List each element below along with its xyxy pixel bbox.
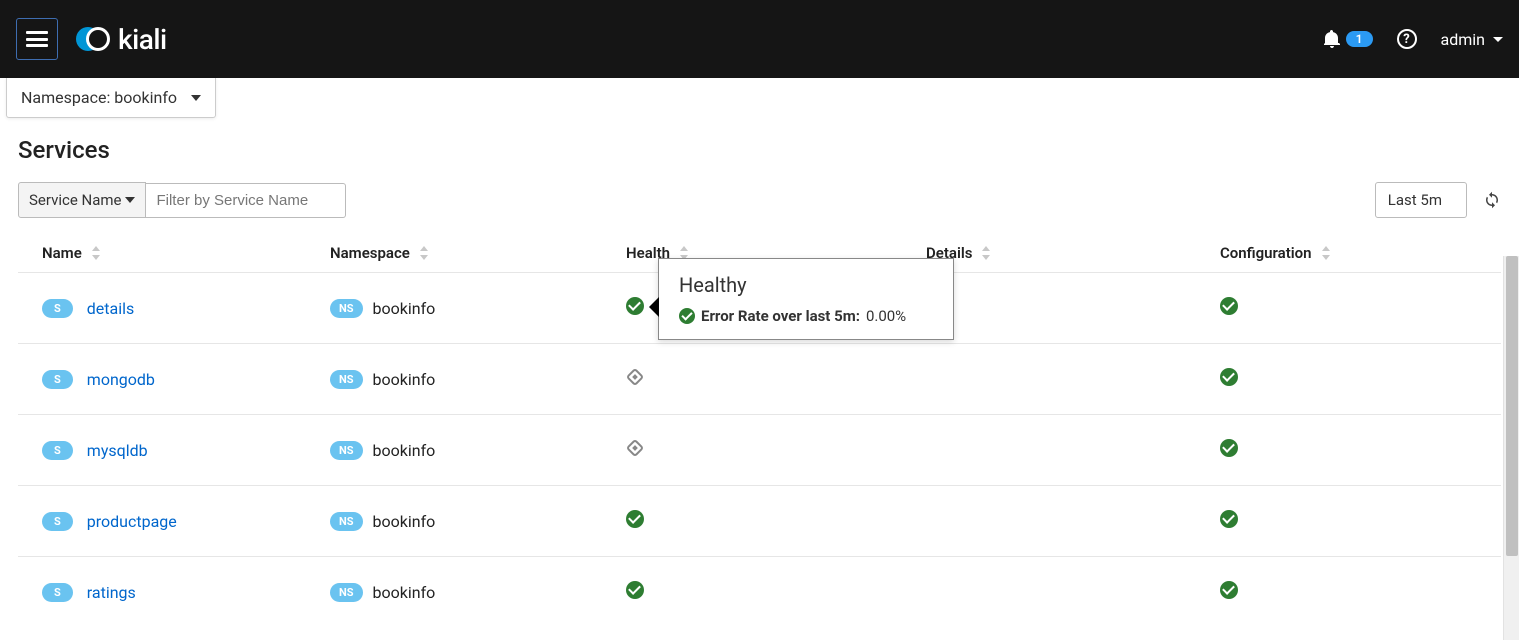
check-circle-icon	[1220, 581, 1238, 599]
namespace-badge: NS	[330, 512, 363, 531]
namespace-text: bookinfo	[373, 441, 436, 460]
table-row: Sratings NS bookinfo	[18, 557, 1501, 628]
brand[interactable]: kiali	[76, 21, 167, 57]
service-badge: S	[42, 583, 73, 602]
filter-toolbar: Service Name Last 5m	[18, 182, 1501, 218]
namespace-badge: NS	[330, 441, 363, 460]
check-circle-icon	[626, 297, 644, 315]
user-menu[interactable]: admin	[1441, 30, 1503, 49]
service-link[interactable]: mysqldb	[87, 441, 148, 460]
column-header-namespace[interactable]: Namespace	[330, 244, 626, 262]
service-badge: S	[42, 370, 73, 389]
column-header-details[interactable]: Details	[926, 244, 1220, 262]
namespace-text: bookinfo	[373, 583, 436, 602]
sort-icon	[982, 246, 990, 260]
service-link[interactable]: details	[87, 299, 134, 318]
refresh-button[interactable]	[1483, 191, 1501, 209]
table-row: Sproductpage NS bookinfo	[18, 486, 1501, 557]
sort-icon	[420, 246, 428, 260]
time-range-dropdown[interactable]: Last 5m	[1375, 182, 1467, 218]
health-tooltip: Healthy Error Rate over last 5m: 0.00%	[658, 258, 954, 340]
page-title: Services	[18, 136, 1501, 164]
namespace-selector[interactable]: Namespace: bookinfo	[6, 78, 216, 118]
sort-icon	[92, 246, 100, 260]
na-diamond-icon	[626, 368, 644, 386]
namespace-text: bookinfo	[373, 370, 436, 389]
service-link[interactable]: ratings	[87, 583, 136, 602]
check-circle-icon	[626, 510, 644, 528]
kiali-logo-icon	[76, 21, 112, 57]
na-diamond-icon	[626, 439, 644, 457]
caret-down-icon	[1493, 37, 1503, 42]
notifications-button[interactable]: 1	[1324, 30, 1373, 48]
check-circle-icon	[1220, 510, 1238, 528]
scrollbar-thumb[interactable]	[1506, 256, 1518, 556]
check-circle-icon	[1220, 439, 1238, 457]
tooltip-metric-label: Error Rate over last 5m:	[701, 307, 860, 325]
tooltip-title: Healthy	[679, 273, 933, 297]
hamburger-icon	[26, 31, 48, 47]
namespace-text: bookinfo	[373, 299, 436, 318]
filter-input[interactable]	[146, 183, 346, 218]
filter-type-dropdown[interactable]: Service Name	[18, 182, 146, 218]
help-button[interactable]: ?	[1397, 29, 1417, 49]
check-circle-icon	[1220, 368, 1238, 386]
tooltip-metric-value: 0.00%	[866, 307, 906, 325]
service-badge: S	[42, 441, 73, 460]
scrollbar[interactable]	[1503, 256, 1519, 640]
caret-down-icon	[125, 197, 135, 203]
topbar: kiali 1 ? admin	[0, 0, 1519, 78]
check-circle-icon	[1220, 297, 1238, 315]
namespace-selector-label: Namespace: bookinfo	[21, 88, 177, 107]
table-row: Smysqldb NS bookinfo	[18, 415, 1501, 486]
namespace-badge: NS	[330, 583, 363, 602]
table-row: Smongodb NS bookinfo	[18, 344, 1501, 415]
namespace-badge: NS	[330, 370, 363, 389]
service-link[interactable]: productpage	[87, 512, 177, 531]
bell-icon	[1324, 30, 1340, 48]
time-range-label: Last 5m	[1388, 191, 1442, 209]
sort-icon	[1322, 246, 1330, 260]
hamburger-button[interactable]	[16, 18, 58, 60]
column-header-name[interactable]: Name	[42, 244, 330, 262]
service-badge: S	[42, 512, 73, 531]
namespace-badge: NS	[330, 299, 363, 318]
service-badge: S	[42, 299, 73, 318]
caret-down-icon	[191, 95, 201, 101]
check-circle-icon	[626, 581, 644, 599]
namespace-text: bookinfo	[373, 512, 436, 531]
filter-type-label: Service Name	[29, 191, 121, 209]
brand-name: kiali	[118, 23, 167, 56]
user-name: admin	[1441, 30, 1485, 49]
column-header-configuration[interactable]: Configuration	[1220, 244, 1501, 262]
notification-count-badge: 1	[1346, 31, 1373, 47]
service-link[interactable]: mongodb	[87, 370, 155, 389]
check-circle-icon	[679, 308, 695, 324]
